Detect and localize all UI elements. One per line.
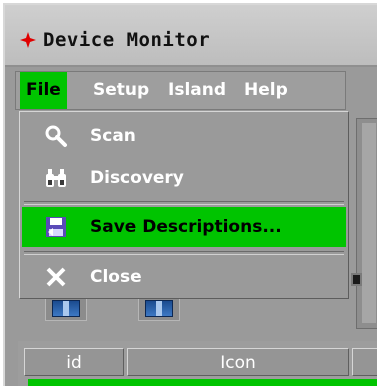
menu-island[interactable]: Island — [162, 72, 232, 109]
menu-item-scan[interactable]: Scan — [22, 116, 346, 156]
close-x-icon — [46, 267, 66, 287]
red-diamond-icon — [20, 32, 36, 48]
menu-separator — [24, 251, 344, 255]
table-row-selected[interactable] — [28, 379, 377, 386]
menu-item-discovery[interactable]: Discovery — [22, 158, 346, 198]
title-bar[interactable]: Device Monitor — [5, 5, 377, 67]
device-icon — [145, 300, 173, 317]
menu-item-label: Close — [90, 267, 142, 287]
device-table: id Icon — [18, 341, 377, 386]
menu-separator — [24, 201, 344, 205]
magnifier-icon — [45, 125, 67, 147]
menu-file[interactable]: File — [20, 72, 67, 109]
window-title: Device Monitor — [43, 29, 211, 51]
vertical-scrollbar[interactable] — [362, 123, 376, 323]
column-header-icon[interactable]: Icon — [127, 348, 349, 376]
column-header-id[interactable]: id — [24, 348, 124, 376]
device-icon — [52, 300, 80, 317]
column-header-extra[interactable] — [352, 348, 377, 376]
menu-setup[interactable]: Setup — [87, 72, 155, 109]
menu-item-label: Save Descriptions... — [90, 217, 282, 237]
menu-item-label: Scan — [90, 126, 136, 146]
binoculars-icon — [46, 169, 66, 187]
menu-item-save-descriptions[interactable]: Save Descriptions... — [22, 207, 346, 247]
menu-item-close[interactable]: Close — [22, 257, 346, 297]
panel-handle[interactable] — [351, 273, 362, 286]
save-icon — [46, 217, 66, 237]
menu-bar: File Setup Island Help — [15, 71, 346, 110]
menu-item-label: Discovery — [90, 168, 184, 188]
file-menu-dropdown: Scan Discovery Save Descriptions... Clos… — [19, 111, 349, 299]
menu-help[interactable]: Help — [238, 72, 294, 109]
device-monitor-window: Device Monitor File Setup Island Help id… — [3, 3, 377, 386]
